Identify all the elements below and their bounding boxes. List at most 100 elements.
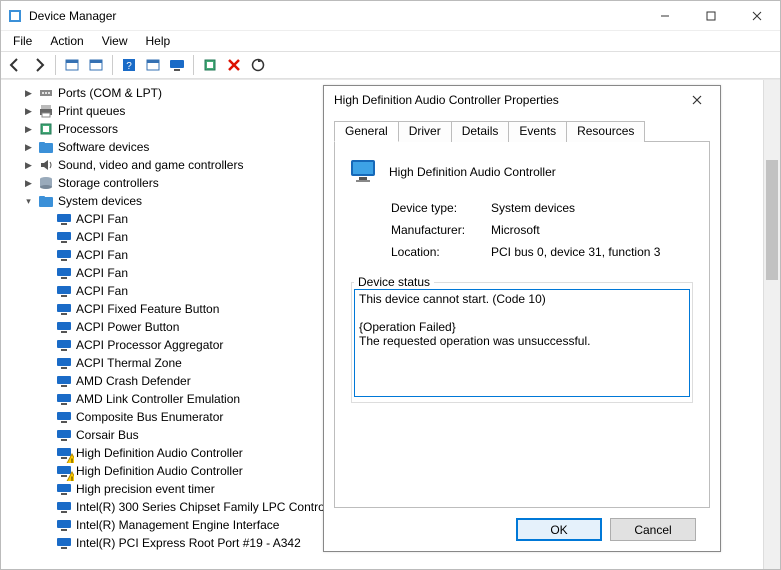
tree-device-label: ACPI Fixed Feature Button xyxy=(76,302,219,316)
device-status-label: Device status xyxy=(354,275,434,289)
device-icon xyxy=(56,427,72,443)
device-icon xyxy=(56,409,72,425)
tree-device-label: Intel(R) PCI Express Root Port #19 - A34… xyxy=(76,536,301,550)
ports-icon xyxy=(38,85,54,101)
dialog-titlebar: High Definition Audio Controller Propert… xyxy=(324,86,720,114)
properties-button[interactable] xyxy=(84,54,108,76)
device-type-label: Device type: xyxy=(391,201,491,215)
tree-device-label: AMD Crash Defender xyxy=(76,374,191,388)
collapse-icon[interactable]: ▾ xyxy=(23,196,34,207)
ok-button[interactable]: OK xyxy=(516,518,602,541)
printer-icon xyxy=(38,103,54,119)
tree-device-label: ACPI Fan xyxy=(76,230,128,244)
tab-driver[interactable]: Driver xyxy=(398,121,452,142)
menu-help[interactable]: Help xyxy=(138,32,179,50)
menubar: File Action View Help xyxy=(1,31,780,51)
tree-category-label: Processors xyxy=(58,122,118,136)
tree-device-label: ACPI Fan xyxy=(76,212,128,226)
add-legacy-hw-button[interactable] xyxy=(198,54,222,76)
dialog-close-button[interactable] xyxy=(680,89,714,111)
storage-icon xyxy=(38,175,54,191)
device-icon xyxy=(56,499,72,515)
nav-back-button[interactable] xyxy=(3,54,27,76)
expand-icon[interactable]: ▶ xyxy=(23,88,34,99)
dialog-title: High Definition Audio Controller Propert… xyxy=(334,93,680,107)
expand-icon[interactable]: ▶ xyxy=(23,124,34,135)
scan-hardware-button[interactable] xyxy=(165,54,189,76)
device-icon xyxy=(56,517,72,533)
tab-details[interactable]: Details xyxy=(451,121,510,142)
device-icon xyxy=(56,319,72,335)
menu-view[interactable]: View xyxy=(94,32,136,50)
cancel-button[interactable]: Cancel xyxy=(610,518,696,541)
device-icon xyxy=(349,156,377,187)
location-value: PCI bus 0, device 31, function 3 xyxy=(491,245,695,259)
tree-category-label: System devices xyxy=(58,194,142,208)
tab-general[interactable]: General xyxy=(334,121,399,142)
toolbar-separator xyxy=(55,55,56,75)
tree-device-label: High Definition Audio Controller xyxy=(76,446,243,460)
maximize-button[interactable] xyxy=(688,1,734,30)
device-icon xyxy=(56,391,72,407)
device-icon xyxy=(56,445,72,461)
tree-category-label: Ports (COM & LPT) xyxy=(58,86,162,100)
device-icon xyxy=(56,463,72,479)
device-icon xyxy=(56,265,72,281)
device-icon xyxy=(56,229,72,245)
device-icon xyxy=(56,373,72,389)
menu-action[interactable]: Action xyxy=(42,32,91,50)
help-button[interactable] xyxy=(117,54,141,76)
update-driver-button[interactable] xyxy=(246,54,270,76)
tree-device-label: ACPI Thermal Zone xyxy=(76,356,182,370)
device-icon xyxy=(56,481,72,497)
tree-device-label: ACPI Processor Aggregator xyxy=(76,338,223,352)
app-icon xyxy=(7,8,23,24)
tree-category-label: Software devices xyxy=(58,140,149,154)
tree-category-label: Print queues xyxy=(58,104,125,118)
software-icon xyxy=(38,139,54,155)
titlebar: Device Manager xyxy=(1,1,780,31)
system-devices-icon xyxy=(38,193,54,209)
uninstall-device-button[interactable] xyxy=(222,54,246,76)
manufacturer-value: Microsoft xyxy=(491,223,695,237)
device-status-group: Device status xyxy=(351,275,693,403)
tree-device-label: ACPI Fan xyxy=(76,266,128,280)
device-icon xyxy=(56,283,72,299)
menu-file[interactable]: File xyxy=(5,32,40,50)
manufacturer-label: Manufacturer: xyxy=(391,223,491,237)
expand-icon[interactable]: ▶ xyxy=(23,178,34,189)
toolbar xyxy=(1,51,780,79)
tab-resources[interactable]: Resources xyxy=(566,121,645,142)
properties-dialog: High Definition Audio Controller Propert… xyxy=(323,85,721,552)
tree-category-label: Storage controllers xyxy=(58,176,159,190)
vertical-scrollbar[interactable] xyxy=(763,80,780,569)
device-type-value: System devices xyxy=(491,201,695,215)
cpu-icon xyxy=(38,121,54,137)
tree-device-label: Intel(R) Management Engine Interface xyxy=(76,518,279,532)
toolbar-separator xyxy=(112,55,113,75)
tree-device-label: ACPI Power Button xyxy=(76,320,179,334)
nav-forward-button[interactable] xyxy=(27,54,51,76)
tree-device-label: ACPI Fan xyxy=(76,248,128,262)
device-icon xyxy=(56,301,72,317)
tab-page-general: High Definition Audio Controller Device … xyxy=(334,142,710,508)
tree-device-label: Composite Bus Enumerator xyxy=(76,410,223,424)
device-icon xyxy=(56,535,72,551)
show-hide-tree-button[interactable] xyxy=(60,54,84,76)
view-devices-button[interactable] xyxy=(141,54,165,76)
minimize-button[interactable] xyxy=(642,1,688,30)
tree-device-label: Intel(R) 300 Series Chipset Family LPC C… xyxy=(76,500,341,514)
expand-icon[interactable]: ▶ xyxy=(23,160,34,171)
tree-device-label: ACPI Fan xyxy=(76,284,128,298)
device-name: High Definition Audio Controller xyxy=(389,165,556,179)
location-label: Location: xyxy=(391,245,491,259)
close-button[interactable] xyxy=(734,1,780,30)
window-title: Device Manager xyxy=(29,9,642,23)
expand-icon[interactable]: ▶ xyxy=(23,142,34,153)
tree-device-label: High Definition Audio Controller xyxy=(76,464,243,478)
expand-icon[interactable]: ▶ xyxy=(23,106,34,117)
tree-device-label: Corsair Bus xyxy=(76,428,139,442)
dialog-tabs: General Driver Details Events Resources xyxy=(334,120,710,142)
tab-events[interactable]: Events xyxy=(508,121,567,142)
device-status-text[interactable] xyxy=(354,289,690,397)
